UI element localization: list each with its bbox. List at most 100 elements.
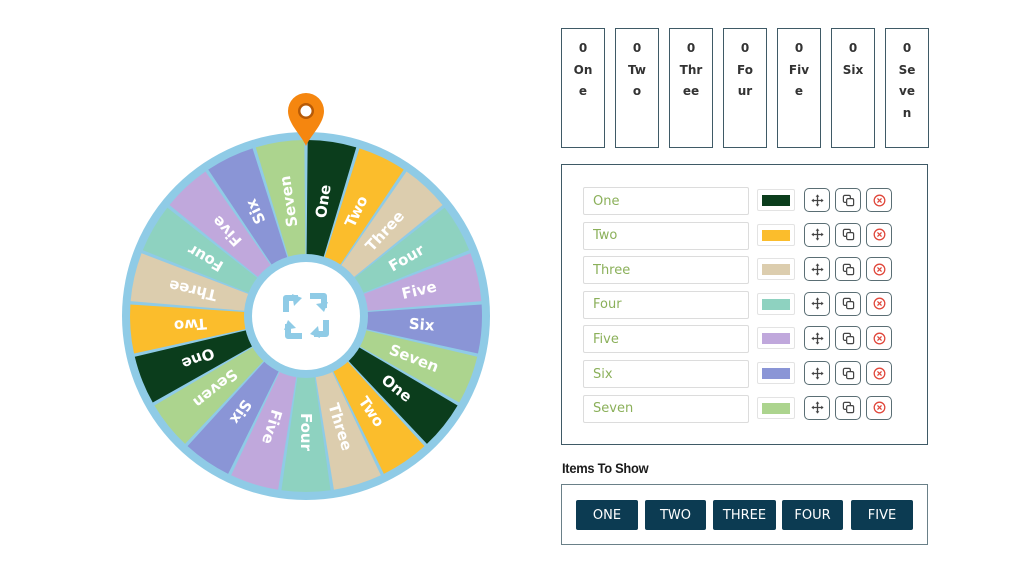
item-name-input[interactable] [583,256,749,285]
duplicate-button[interactable] [835,326,861,351]
score-count: 0 [686,41,696,55]
copy-icon [842,194,855,207]
move-icon [810,193,824,207]
delete-button[interactable] [866,188,892,212]
item-name-input[interactable] [583,221,749,250]
color-swatch [762,298,790,310]
move-button[interactable] [804,291,830,316]
score-count: 0 [740,41,750,55]
copy-icon [842,367,855,380]
copy-icon [842,263,855,276]
item-color-picker[interactable] [757,292,795,315]
move-icon [810,297,824,310]
duplicate-button[interactable] [835,257,861,282]
wheel-segment-label: Six [408,315,435,335]
item-row [583,290,903,319]
delete-button[interactable] [866,291,892,316]
score-box: 0 Three [669,28,713,148]
move-button[interactable] [804,395,830,420]
move-icon [810,401,824,414]
item-name-input[interactable] [583,290,749,319]
delete-button[interactable] [866,326,892,351]
color-swatch [762,368,790,379]
copy-icon [842,228,855,241]
item-name-input[interactable] [583,187,749,215]
show-item-button[interactable]: FOUR [782,500,843,530]
show-item-button[interactable]: ONE [576,500,638,530]
color-swatch [762,229,790,241]
score-count: 0 [794,41,804,55]
items-to-show-panel: ONE TWO THREE FOUR FIVE [561,484,928,545]
item-name-input[interactable] [583,360,749,388]
delete-button[interactable] [866,395,892,420]
move-icon [810,263,824,276]
score-name: Six [842,62,864,77]
move-button[interactable] [804,361,830,385]
score-name: One [573,62,593,99]
duplicate-button[interactable] [835,395,861,420]
move-icon [810,332,824,345]
duplicate-button[interactable] [835,222,861,247]
color-swatch [762,333,790,345]
score-name: Seven [898,62,916,120]
duplicate-button[interactable] [835,188,861,212]
wheel-segment-label: Two [173,314,207,334]
item-color-picker[interactable] [757,327,795,350]
delete-icon [873,332,886,345]
item-row [583,325,903,354]
color-swatch [762,264,790,276]
items-to-show-title: Items To Show [562,460,649,476]
delete-icon [873,401,886,414]
delete-icon [873,228,886,241]
show-item-button[interactable]: TWO [645,500,706,530]
item-color-picker[interactable] [757,362,795,384]
move-button[interactable] [804,257,830,282]
item-name-input[interactable] [583,394,749,423]
delete-button[interactable] [866,361,892,385]
delete-icon [873,367,886,380]
item-color-picker[interactable] [757,189,795,211]
item-row [583,187,903,215]
copy-icon [842,332,855,345]
spin-button[interactable] [252,262,360,370]
score-name: Two [628,62,646,99]
item-color-picker[interactable] [757,223,795,246]
item-name-input[interactable] [583,325,749,354]
score-count: 0 [902,41,912,55]
score-count: 0 [578,41,588,55]
item-row [583,394,903,423]
delete-icon [873,263,886,276]
item-color-picker[interactable] [757,258,795,281]
score-board: 0 One 0 Two 0 Three 0 Four 0 Five 0 Six 0 Seven [561,28,929,150]
show-item-button[interactable]: FIVE [851,500,913,530]
delete-button[interactable] [866,222,892,247]
score-count: 0 [632,41,642,55]
score-box: 0 Four [723,28,767,148]
delete-button[interactable] [866,257,892,282]
score-name: Three [679,62,703,99]
delete-icon [873,194,886,207]
move-button[interactable] [804,326,830,351]
score-name: Five [788,62,810,99]
delete-icon [873,297,886,310]
copy-icon [842,297,855,310]
duplicate-button[interactable] [835,291,861,316]
wheel-segment-label: Four [297,413,315,452]
move-icon [810,366,824,380]
score-box: 0 One [561,28,605,148]
move-button[interactable] [804,222,830,247]
copy-icon [842,401,855,414]
duplicate-button[interactable] [835,361,861,385]
item-row [583,221,903,250]
show-item-button[interactable]: THREE [713,500,776,530]
score-count: 0 [848,41,858,55]
score-box: 0 Seven [885,28,929,148]
move-icon [810,228,824,241]
score-box: 0 Two [615,28,659,148]
move-button[interactable] [804,188,830,212]
spin-wheel[interactable]: One Two Three Four Five Six Seven One Two Three Fo… [118,90,494,510]
color-swatch [762,195,790,206]
score-box: 0 Five [777,28,821,148]
item-row [583,360,903,388]
item-color-picker[interactable] [757,396,795,419]
